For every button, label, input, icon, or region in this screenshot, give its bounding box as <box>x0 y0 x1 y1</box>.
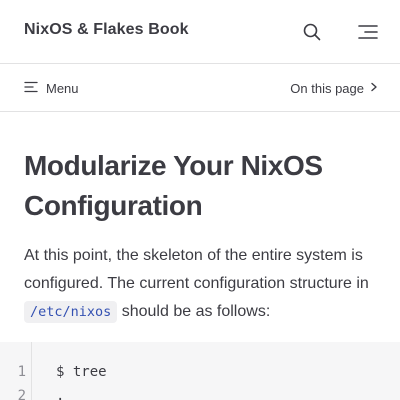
hamburger-menu-icon[interactable] <box>358 22 378 42</box>
on-this-page-label: On this page <box>290 80 364 96</box>
article-content: Modularize Your NixOS Configuration At t… <box>24 112 376 326</box>
page-title: Modularize Your NixOS Configuration <box>24 150 323 221</box>
top-nav-bar: NixOS & Flakes Book <box>0 0 400 64</box>
local-nav-bar: Menu On this page <box>0 64 400 112</box>
inline-code-path: /etc/nixos <box>24 301 118 323</box>
intro-text-start: At this point, the skeleton of the entir… <box>24 247 369 292</box>
search-icon[interactable] <box>302 22 322 42</box>
on-this-page-button[interactable]: On this page <box>290 79 378 97</box>
line-number: 2 <box>17 388 26 400</box>
line-number-gutter: 1 2 <box>0 342 32 400</box>
code-line: $ tree <box>56 364 107 380</box>
chevron-right-icon <box>370 81 378 96</box>
intro-paragraph: At this point, the skeleton of the entir… <box>24 242 376 326</box>
code-block: 1 2 $ tree . <box>0 342 400 400</box>
align-left-icon <box>24 81 38 96</box>
sidebar-menu-button[interactable]: Menu <box>24 79 79 97</box>
line-number: 1 <box>17 364 26 380</box>
menu-label: Menu <box>46 80 79 96</box>
intro-text-end: should be as follows: <box>117 303 271 320</box>
code-line: . <box>56 388 65 400</box>
site-title-link[interactable]: NixOS & Flakes Book <box>24 21 189 39</box>
